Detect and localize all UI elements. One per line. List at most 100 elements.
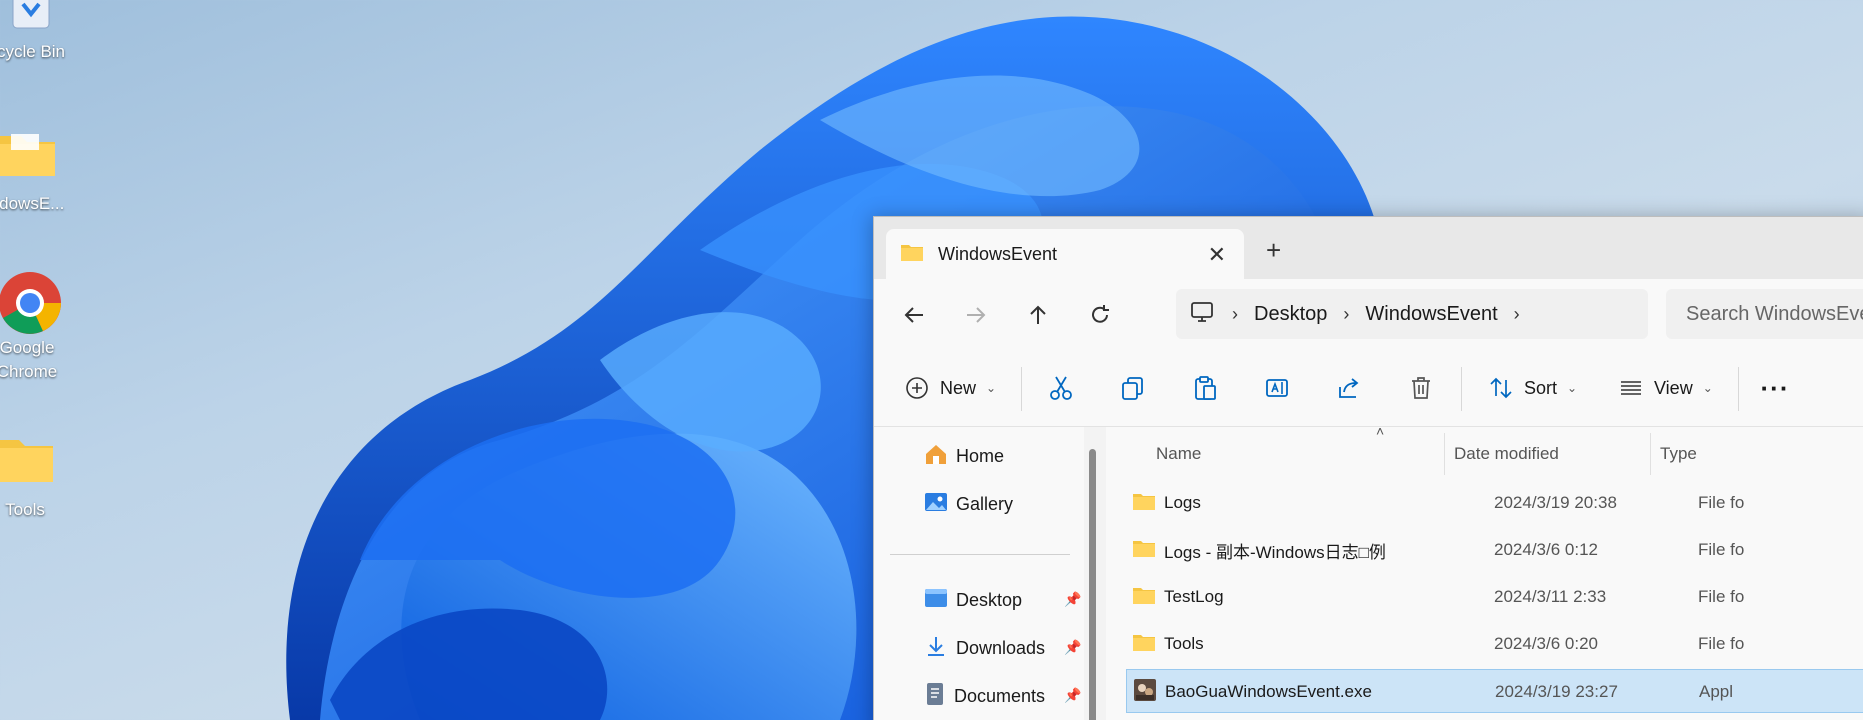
breadcrumb-windowsevent[interactable]: WindowsEvent [1365,303,1497,326]
close-icon[interactable]: ✕ [1208,242,1226,268]
download-icon [924,635,948,662]
pin-icon: 📌 [1064,639,1082,655]
column-header-type[interactable]: Type [1660,427,1697,481]
delete-icon [1406,373,1436,403]
file-date: 2024/3/19 23:27 [1495,682,1618,701]
breadcrumb-desktop[interactable]: Desktop [1254,303,1327,326]
desktop-icon-label: Google Chrome [0,338,58,381]
command-bar: New ⌄ Sort ⌄ View ⌄ ··· [874,349,1863,427]
search-placeholder: Search WindowsEvent [1686,302,1863,325]
nav-item-home[interactable]: Home [924,439,1004,473]
toolbar-divider [1738,367,1739,411]
delete-button[interactable] [1406,369,1436,407]
file-type: Appl [1699,682,1734,701]
view-list-icon [1616,373,1646,403]
gallery-icon [924,491,948,518]
share-button[interactable] [1334,369,1364,407]
this-pc-icon [1190,301,1214,328]
more-icon: ··· [1760,372,1790,403]
chevron-down-icon: ⌄ [1702,381,1713,395]
nav-item-downloads[interactable]: Downloads [924,631,1045,665]
file-type: File fo [1698,540,1745,559]
chevron-down-icon: ⌄ [986,381,997,395]
folder-icon [1132,491,1156,516]
paste-button[interactable] [1190,369,1220,407]
table-row[interactable]: Logs 2024/3/19 20:38 File fo [1096,481,1856,525]
column-header-name[interactable]: Name [1156,427,1201,481]
copy-icon [1118,373,1148,403]
table-row[interactable]: Tools 2024/3/6 0:20 File fo [1096,622,1856,666]
folder-icon [900,242,924,267]
file-type: File fo [1698,634,1745,653]
copy-button[interactable] [1118,369,1148,407]
navigation-bar: › Desktop › WindowsEvent › Search Window… [874,279,1863,349]
file-name: TestLog [1164,587,1224,606]
cut-icon [1046,373,1076,403]
desktop-icon-windowsevent-folder[interactable]: ndowsE... [0,126,72,216]
desktop-icon-recycle-bin[interactable]: cycle Bin [0,0,76,64]
sort-icon [1486,373,1516,403]
application-icon [1133,678,1157,707]
documents-icon [924,682,946,711]
nav-item-label: Documents [954,685,1046,706]
navigation-scrollbar[interactable] [1089,449,1096,720]
new-button[interactable]: New ⌄ [902,369,996,407]
sort-ascending-indicator: ˄ [1376,423,1385,439]
column-divider[interactable] [1444,433,1445,475]
sort-button[interactable]: Sort ⌄ [1486,369,1577,407]
column-header-date-modified[interactable]: Date modified [1454,427,1559,481]
chevron-down-icon: ⌄ [1567,381,1578,395]
home-icon [924,443,948,470]
toolbar-divider [1461,367,1462,411]
nav-item-label: Downloads [956,637,1046,658]
file-list: ˄ Name Date modified Type Logs 2024/3/19… [1106,423,1863,720]
folder-icon [1132,632,1156,657]
table-row-selected[interactable]: BaoGuaWindowsEvent.exe 2024/3/19 23:27 A… [1126,669,1863,713]
nav-item-gallery[interactable]: Gallery [924,487,1013,521]
column-divider[interactable] [1650,433,1651,475]
share-icon [1334,373,1364,403]
desktop-icon-tools-folder[interactable]: Tools [0,432,70,522]
nav-item-label: Desktop [956,589,1023,610]
search-input[interactable]: Search WindowsEvent [1666,289,1863,339]
file-date: 2024/3/11 2:33 [1494,587,1607,606]
file-name: Logs - 副本-Windows日志□例 [1164,542,1386,562]
address-bar[interactable]: › Desktop › WindowsEvent › [1176,289,1648,339]
desktop-icon-google-chrome[interactable]: Google Chrome [0,270,72,384]
rename-button[interactable] [1262,369,1292,407]
refresh-icon[interactable] [1082,297,1118,333]
file-name: Logs [1164,493,1201,512]
table-row[interactable]: TestLog 2024/3/11 2:33 File fo [1096,575,1856,619]
desktop-icon-label: Tools [5,500,45,519]
navigation-pane: Home Gallery Desktop 📌 Downloads 📌 Docum… [874,427,1096,720]
file-date: 2024/3/6 0:12 [1494,540,1598,559]
plus-icon[interactable]: + [1266,235,1281,266]
desktop-icon-label: ndowsE... [0,194,65,213]
more-options-button[interactable]: ··· [1760,369,1790,407]
up-arrow-icon[interactable] [1020,297,1056,333]
column-header-label: Name [1156,444,1202,463]
nav-item-documents[interactable]: Documents [924,679,1045,713]
chevron-right-icon[interactable]: › [1514,304,1520,325]
paste-icon [1190,373,1220,403]
nav-item-desktop[interactable]: Desktop [924,583,1022,617]
plus-circle-icon [902,373,932,403]
forward-arrow-icon[interactable] [958,297,994,333]
folder-icon [1132,585,1156,610]
nav-item-label: Home [956,445,1005,466]
back-arrow-icon[interactable] [896,297,932,333]
tab-windowsevent[interactable]: WindowsEvent ✕ [886,229,1244,279]
file-explorer-window: WindowsEvent ✕ + › Desktop › WindowsEven… [873,216,1863,720]
cut-button[interactable] [1046,369,1076,407]
file-name: Tools [1164,634,1204,653]
column-header-label: Type [1660,444,1697,463]
tab-bar: WindowsEvent ✕ + [874,217,1863,279]
chevron-right-icon: › [1343,303,1350,324]
sort-label: Sort [1524,377,1558,398]
rename-icon [1262,373,1292,403]
view-button[interactable]: View ⌄ [1616,369,1713,407]
file-date: 2024/3/6 0:20 [1494,634,1598,653]
desktop-icon [924,588,948,613]
file-type: File fo [1698,493,1745,512]
table-row[interactable]: Logs - 副本-Windows日志□例 2024/3/6 0:12 File… [1096,528,1856,572]
